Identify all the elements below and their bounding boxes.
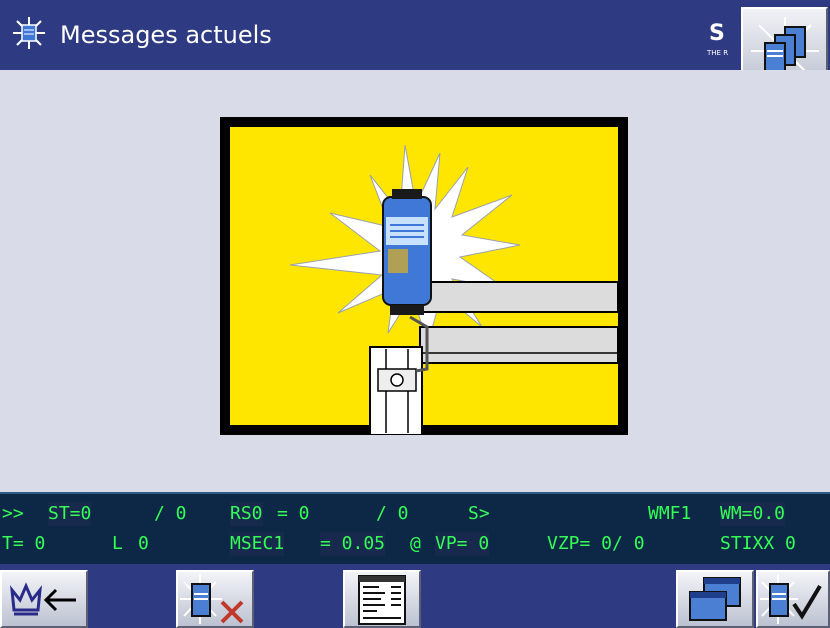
logo-letter: S <box>709 21 725 46</box>
status-stixx: STIXX 0 <box>720 533 796 554</box>
status-msec: MSEC1 <box>230 532 285 556</box>
main-panel <box>0 70 830 492</box>
bottom-toolbar <box>0 564 830 628</box>
status-st: ST=0 <box>48 502 92 526</box>
status-msec-value: = 0.05 <box>320 532 386 556</box>
status-rs-total: / 0 <box>376 503 409 524</box>
status-line-2: T= 0 L 0 MSEC1 = 0.05 @ VP= 0 VZP= 0/ 0 … <box>0 532 830 560</box>
document-icon <box>358 575 406 625</box>
windows-icon <box>689 577 741 621</box>
status-s: S> <box>468 503 490 524</box>
status-wmf: WMF1 <box>648 503 692 524</box>
crown-back-arrow-icon <box>10 582 76 616</box>
status-rs: RS0 <box>230 502 263 526</box>
status-l-value: 0 <box>138 533 149 554</box>
cancel-machine-button[interactable] <box>176 570 254 628</box>
status-line-1: >> ST=0 / 0 RS0 = 0 / 0 S> WMF1 WM=0.0 <box>0 502 830 530</box>
logo-tagline: THE R <box>707 49 729 57</box>
machine-x-icon <box>180 574 244 624</box>
window-title: Messages actuels <box>60 21 272 49</box>
status-prefix: >> <box>2 503 24 524</box>
sensor-alarm-illustration <box>220 117 628 435</box>
document-button[interactable] <box>343 570 421 628</box>
confirm-machine-button[interactable] <box>756 570 830 628</box>
status-vp: VP= 0 <box>435 532 490 556</box>
status-at: @ <box>410 533 421 554</box>
back-button[interactable] <box>0 570 88 628</box>
status-t: T= 0 <box>2 533 46 554</box>
machine-check-icon <box>760 574 822 624</box>
burst-icon <box>13 17 45 49</box>
brand-logo: S THE R <box>703 22 739 64</box>
title-bar: Messages actuels S THE R <box>0 0 830 70</box>
status-panel: >> ST=0 / 0 RS0 = 0 / 0 S> WMF1 WM=0.0 T… <box>0 492 830 564</box>
status-st-total: / 0 <box>154 503 187 524</box>
status-wm: WM=0.0 <box>720 502 786 526</box>
status-vzp: VZP= 0/ 0 <box>547 533 645 554</box>
windows-button[interactable] <box>676 570 754 628</box>
status-rs-value: = 0 <box>277 503 310 524</box>
status-l: L <box>112 533 123 554</box>
